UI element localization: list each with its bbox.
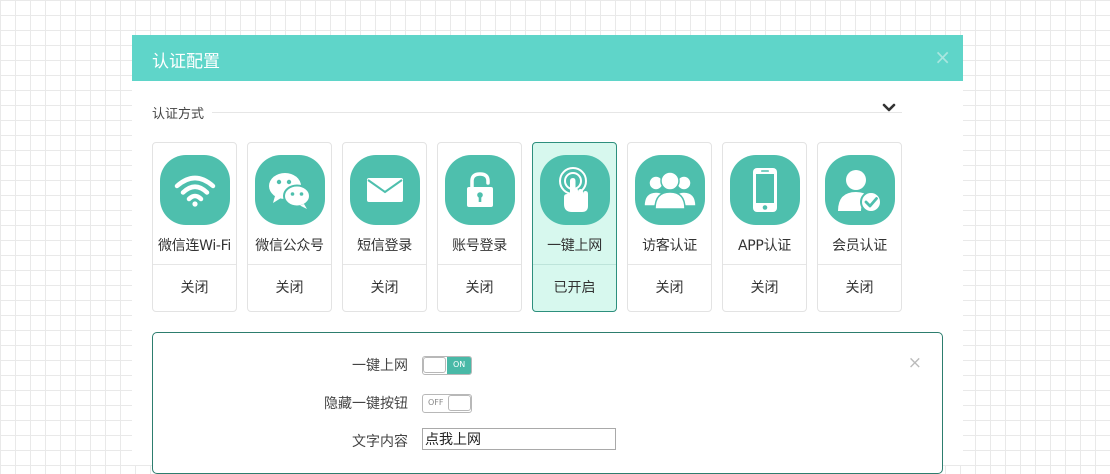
- tile-label: 会员认证: [832, 238, 887, 254]
- unlock-icon: [445, 155, 515, 225]
- tile-label: 一键上网: [547, 238, 602, 254]
- tap-icon: [540, 155, 610, 225]
- tile-status: 关闭: [370, 280, 399, 296]
- hide-button-toggle[interactable]: OFF: [422, 394, 472, 413]
- auth-method-section: 认证方式: [152, 103, 902, 123]
- text-content-label: 文字内容: [352, 434, 408, 450]
- tile-status: 关闭: [180, 280, 209, 296]
- section-divider: [212, 112, 902, 113]
- one-click-settings-panel: × 一键上网 ON 隐藏一键按钮 OFF 文字内容: [152, 332, 943, 474]
- dialog-close-icon[interactable]: ×: [934, 45, 951, 69]
- tile-status: 关闭: [275, 280, 304, 296]
- tile-status: 关闭: [750, 280, 779, 296]
- tile-label: 微信公众号: [255, 238, 324, 254]
- member-verified-icon: [825, 155, 895, 225]
- dialog-title: 认证配置: [152, 52, 220, 72]
- toggle-state-text: ON: [453, 360, 466, 369]
- tile-wechat-wifi[interactable]: 微信连Wi-Fi 关闭: [152, 142, 237, 312]
- tile-label: APP认证: [738, 238, 791, 254]
- text-content-input[interactable]: [422, 428, 616, 450]
- one-click-toggle[interactable]: ON: [422, 356, 472, 375]
- section-label: 认证方式: [152, 103, 209, 122]
- auth-config-dialog: 认证配置 × 认证方式 微信连Wi-Fi 关闭 微信公众号 关闭 短信登录 关闭…: [132, 35, 963, 474]
- toggle-knob: [448, 395, 471, 411]
- panel-close-icon[interactable]: ×: [908, 353, 922, 373]
- hide-button-label: 隐藏一键按钮: [324, 396, 408, 412]
- tile-status: 已开启: [553, 280, 596, 296]
- tile-account-login[interactable]: 账号登录 关闭: [437, 142, 522, 312]
- tile-wechat-official[interactable]: 微信公众号 关闭: [247, 142, 332, 312]
- tile-label: 访客认证: [642, 238, 697, 254]
- tile-member-auth[interactable]: 会员认证 关闭: [817, 142, 902, 312]
- chevron-down-icon[interactable]: [882, 101, 896, 115]
- tile-app-auth[interactable]: APP认证 关闭: [722, 142, 807, 312]
- dialog-header: 认证配置 ×: [132, 35, 963, 81]
- tile-visitor-auth[interactable]: 访客认证 关闭: [627, 142, 712, 312]
- visitors-icon: [635, 155, 705, 225]
- tile-one-click[interactable]: 一键上网 已开启: [532, 142, 617, 312]
- toggle-knob: [423, 357, 446, 373]
- wifi-icon: [160, 155, 230, 225]
- tile-label: 微信连Wi-Fi: [157, 238, 231, 254]
- tile-label: 账号登录: [452, 238, 507, 254]
- tile-sms-login[interactable]: 短信登录 关闭: [342, 142, 427, 312]
- tile-status: 关闭: [465, 280, 494, 296]
- tile-label: 短信登录: [357, 238, 412, 254]
- one-click-label: 一键上网: [352, 358, 408, 374]
- smartphone-icon: [730, 155, 800, 225]
- wechat-icon: [255, 155, 325, 225]
- toggle-state-text: OFF: [428, 398, 444, 407]
- tile-status: 关闭: [655, 280, 684, 296]
- envelope-icon: [350, 155, 420, 225]
- tile-status: 关闭: [845, 280, 874, 296]
